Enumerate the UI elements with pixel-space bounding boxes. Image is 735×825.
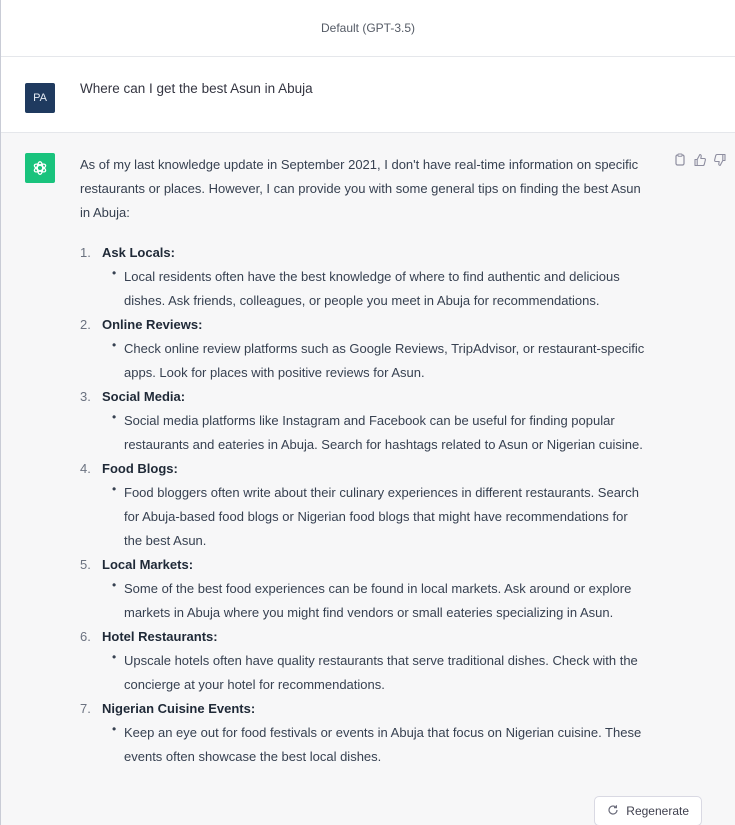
assistant-intro: As of my last knowledge update in Septem…: [80, 157, 641, 220]
thumbs-up-icon[interactable]: [693, 153, 707, 172]
tip-number: 1.: [80, 245, 91, 260]
tip-item: 2. Online Reviews: • Check online review pl…: [80, 313, 645, 385]
tip-detail-list: • Upscale hotels often have quality resta…: [102, 649, 645, 697]
copy-icon[interactable]: [673, 153, 687, 172]
tip-title: Food Blogs:: [102, 461, 178, 476]
tip-item: 6. Hotel Restaurants: • Upscale hotels ofte…: [80, 625, 645, 697]
chat-window: Default (GPT-3.5) PA Where can I get the…: [0, 0, 735, 825]
user-message-row: PA Where can I get the best Asun in Abuj…: [1, 57, 735, 133]
tip-item: 4. Food Blogs: • Food bloggers often write …: [80, 457, 645, 553]
thumbs-down-icon[interactable]: [713, 153, 727, 172]
message-actions: [673, 153, 727, 172]
tip-item: 7. Nigerian Cuisine Events: • Keep an eye o…: [80, 697, 645, 769]
tips-list: 1. Ask Locals: • Local residents often have…: [80, 241, 645, 769]
bullet-icon: •: [112, 578, 117, 592]
refresh-icon: [607, 804, 619, 819]
regenerate-button[interactable]: Regenerate: [594, 796, 702, 825]
bullet-icon: •: [112, 410, 117, 424]
bullet-icon: •: [112, 338, 117, 352]
tip-detail-item: • Check online review platforms such as G…: [112, 337, 645, 385]
tip-detail: Social media platforms like Instagram an…: [124, 413, 643, 452]
tip-detail: Food bloggers often write about their cu…: [124, 485, 639, 548]
regenerate-label: Regenerate: [626, 804, 689, 818]
tip-title: Local Markets:: [102, 557, 194, 572]
bullet-icon: •: [112, 266, 117, 280]
tip-detail: Some of the best food experiences can be…: [124, 581, 632, 620]
tip-item: 3. Social Media: • Social media platforms l…: [80, 385, 645, 457]
tip-detail: Local residents often have the best know…: [124, 269, 620, 308]
tip-detail-item: • Some of the best food experiences can b…: [112, 577, 645, 625]
tip-number: 4.: [80, 461, 91, 476]
tip-detail-list: • Keep an eye out for food festivals or e…: [102, 721, 645, 769]
tip-detail: Upscale hotels often have quality restau…: [124, 653, 638, 692]
tip-title: Ask Locals:: [102, 245, 175, 260]
tip-title: Hotel Restaurants:: [102, 629, 218, 644]
openai-logo-icon: [25, 153, 55, 183]
tip-title: Social Media:: [102, 389, 186, 404]
tip-detail: Keep an eye out for food festivals or ev…: [124, 725, 642, 764]
bullet-icon: •: [112, 722, 117, 736]
tip-detail-list: • Check online review platforms such as G…: [102, 337, 645, 385]
tip-item: 5. Local Markets: • Some of the best food e…: [80, 553, 645, 625]
tip-detail-item: • Food bloggers often write about their c…: [112, 481, 645, 553]
tip-title: Nigerian Cuisine Events:: [102, 701, 256, 716]
user-avatar-initials: PA: [33, 92, 47, 104]
tip-detail-item: • Upscale hotels often have quality resta…: [112, 649, 645, 697]
tip-detail-item: • Social media platforms like Instagram a…: [112, 409, 645, 457]
model-label: Default (GPT-3.5): [320, 21, 416, 35]
tip-number: 5.: [80, 557, 91, 572]
assistant-message-content: As of my last knowledge update in Septem…: [80, 153, 645, 769]
tip-number: 2.: [80, 317, 91, 332]
tip-number: 7.: [80, 701, 91, 716]
bullet-icon: •: [112, 482, 117, 496]
tip-detail-list: • Local residents often have the best kno…: [102, 265, 645, 313]
tip-detail-list: • Social media platforms like Instagram a…: [102, 409, 645, 457]
assistant-message-row: As of my last knowledge update in Septem…: [1, 133, 735, 825]
tip-detail: Check online review platforms such as Go…: [124, 341, 645, 380]
tip-detail-item: • Keep an eye out for food festivals or e…: [112, 721, 645, 769]
tip-number: 6.: [80, 629, 91, 644]
tip-detail-item: • Local residents often have the best kno…: [112, 265, 645, 313]
user-message-text: Where can I get the best Asun in Abuja: [80, 81, 313, 96]
tip-detail-list: • Food bloggers often write about their c…: [102, 481, 645, 553]
user-avatar: PA: [25, 83, 55, 113]
tip-detail-list: • Some of the best food experiences can b…: [102, 577, 645, 625]
tip-item: 1. Ask Locals: • Local residents often have…: [80, 241, 645, 313]
bullet-icon: •: [112, 650, 117, 664]
tip-title: Online Reviews:: [102, 317, 203, 332]
model-selector-bar: Default (GPT-3.5): [1, 0, 735, 57]
tip-number: 3.: [80, 389, 91, 404]
